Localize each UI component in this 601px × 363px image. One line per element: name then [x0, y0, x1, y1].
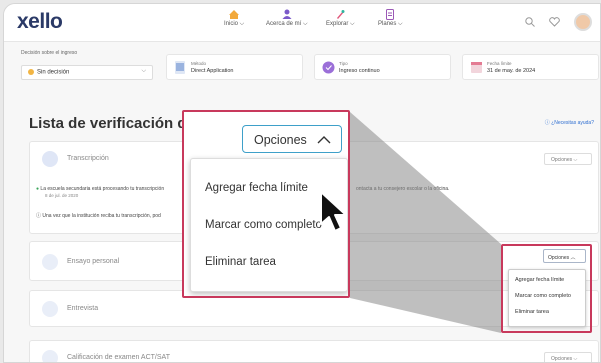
zoom-options-label: Opciones — [254, 133, 307, 147]
search-icon[interactable] — [525, 17, 535, 27]
type-value: Ingreso continuo — [339, 68, 380, 74]
nav-explore[interactable]: Explorar ⌵ — [326, 9, 355, 28]
help-link[interactable]: ⓘ ¿Necesitas ayuda? — [545, 119, 594, 126]
chevron-down-icon: ⌵ — [141, 68, 146, 74]
person-icon — [282, 9, 292, 19]
nav-home[interactable]: Inicio ⌵ — [224, 9, 244, 28]
method-value: Direct Application — [191, 68, 234, 74]
test-label: Calificación de examen ACT/SAT — [67, 354, 170, 361]
zoom-menu-mark-complete[interactable]: Marcar como completo — [205, 219, 322, 231]
type-title: Tipo — [339, 61, 348, 66]
decision-select[interactable]: Sin decisión ⌵ — [21, 65, 153, 80]
highlight-frame — [501, 244, 592, 333]
zoom-menu-add-deadline[interactable]: Agregar fecha límite — [205, 182, 308, 194]
nav-explore-label: Explorar — [326, 21, 349, 27]
nav-plans[interactable]: Planes ⌵ — [378, 9, 403, 28]
heart-icon[interactable] — [549, 17, 560, 27]
zoom-options-button[interactable]: Opciones — [242, 125, 342, 153]
decision-label: Decisión sobre el ingreso — [21, 50, 78, 56]
info-icon: ⓘ — [544, 120, 550, 126]
checklist-row-test: Calificación de examen ACT/SAT Opciones … — [29, 340, 599, 362]
processing-note: ● La escuela secundaria está procesando … — [36, 186, 164, 198]
help-link-label: ¿Necesitas ayuda? — [551, 120, 594, 126]
nav-home-label: Inicio — [224, 21, 239, 27]
type-card: Tipo Ingreso continuo — [314, 54, 451, 80]
pending-dot-icon — [28, 69, 34, 75]
document-icon — [175, 61, 185, 74]
processing-note-text: La escuela secundaria está procesando tu… — [40, 186, 165, 192]
transcript-label: Transcripción — [67, 155, 109, 162]
nav-plans-label: Planes — [378, 21, 397, 27]
top-header: xello Inicio ⌵ Acerca de mí ⌵ Explorar ⌵… — [4, 4, 600, 42]
processing-note-date: 8 de jul. de 2020 — [45, 193, 79, 198]
test-options-button[interactable]: Opciones ⌵ — [544, 352, 592, 362]
decision-value: Sin decisión — [37, 69, 70, 76]
deadline-title: Fecha límite — [487, 61, 512, 66]
avatar[interactable] — [574, 13, 592, 31]
test-icon — [42, 350, 58, 362]
transcript-options-label: Opciones — [551, 157, 573, 163]
interview-icon — [42, 301, 58, 317]
badge-icon — [322, 61, 335, 74]
nav-about[interactable]: Acerca de mí ⌵ — [266, 9, 308, 28]
mouse-pointer-icon — [320, 191, 347, 232]
rocket-icon — [337, 10, 345, 19]
planner-icon — [386, 9, 395, 20]
processing-note-tail: ontacta a tu consejero escolar o la ofic… — [356, 186, 450, 192]
logo: xello — [17, 10, 63, 33]
method-title: Método — [191, 61, 207, 66]
transcript-options-button[interactable]: Opciones ⌵ — [544, 153, 592, 165]
header-actions — [525, 13, 592, 31]
calendar-icon — [471, 62, 482, 73]
nav-about-label: Acerca de mí — [266, 21, 302, 27]
home-icon — [229, 10, 240, 19]
method-card: Método Direct Application — [166, 54, 303, 80]
transcript-info-note: ⓘ Una vez que la institución reciba tu t… — [36, 213, 161, 219]
transcript-icon — [42, 151, 58, 167]
deadline-card: Fecha límite 31 de may. de 2024 — [462, 54, 599, 80]
zoom-menu-delete-task[interactable]: Eliminar tarea — [205, 256, 276, 268]
deadline-value: 31 de may. de 2024 — [487, 68, 536, 74]
chevron-up-icon — [317, 136, 331, 144]
check-circle-icon: ● — [36, 186, 40, 192]
transcript-info-text: Una vez que la institución reciba tu tra… — [42, 213, 161, 219]
interview-label: Entrevista — [67, 305, 99, 312]
essay-icon — [42, 254, 58, 270]
essay-label: Ensayo personal — [67, 258, 120, 265]
test-options-label: Opciones — [551, 356, 573, 362]
